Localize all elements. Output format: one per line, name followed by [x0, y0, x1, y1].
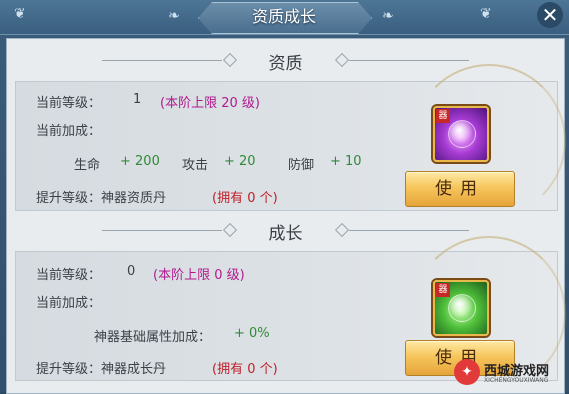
level-cap: (本阶上限 20 级) [160, 96, 260, 111]
level-cap: (本阶上限 0 级) [153, 268, 245, 283]
upgrade-label: 提升等级：神器资质丹 [36, 191, 167, 206]
aptitude-pill-icon[interactable]: 器 [433, 106, 489, 162]
use-aptitude-button[interactable]: 使用 [405, 171, 515, 207]
watermark-sub: XICHENGYOUXIWANG [484, 377, 549, 384]
current-level-label: 当前等级： [36, 268, 102, 283]
orb-icon [448, 120, 476, 148]
stat-attack-value: + 20 [224, 154, 256, 169]
owned-count: (拥有 0 个) [212, 362, 278, 377]
close-icon[interactable]: ✕ [537, 2, 563, 28]
current-level-value: 0 [127, 264, 136, 279]
window-frame: ❦ ❧ 资质成长 ❧ ❦ ✕ 资质 当前等级： 1 (本阶上限 20 级) 当前… [0, 0, 569, 394]
ornament-left-icon: ❦ [14, 6, 26, 22]
current-level-value: 1 [133, 92, 142, 107]
current-level-label: 当前等级： [36, 96, 102, 111]
owned-count: (拥有 0 个) [212, 191, 278, 206]
window-title: 资质成长 [251, 7, 316, 26]
bonus-label: 当前加成： [36, 124, 102, 139]
orb-icon [448, 294, 476, 322]
stat-hp-name: 生命 [74, 158, 101, 173]
ornament-right-icon: ❦ [480, 6, 492, 22]
title-bar: ❦ ❧ 资质成长 ❧ ❦ ✕ [0, 0, 569, 35]
content-area: 资质 当前等级： 1 (本阶上限 20 级) 当前加成： 生命 + 200 攻击… [6, 38, 566, 394]
ornament-title-left-icon: ❧ [168, 8, 180, 24]
site-watermark: ✦ 西城游戏网 XICHENGYOUXIWANG [454, 356, 567, 390]
ornament-title-right-icon: ❧ [382, 8, 394, 24]
stat-defense-value: + 10 [330, 154, 362, 169]
watermark-logo-icon: ✦ [454, 359, 480, 385]
item-badge: 器 [436, 283, 450, 297]
divider-line [349, 60, 469, 61]
item-badge: 器 [436, 109, 450, 123]
divider-line [349, 230, 469, 231]
attr-bonus-value: + 0% [234, 326, 270, 341]
stat-attack-name: 攻击 [182, 158, 209, 173]
growth-pill-icon[interactable]: 器 [433, 280, 489, 336]
upgrade-label: 提升等级：神器成长丹 [36, 362, 167, 377]
bonus-label: 当前加成： [36, 296, 102, 311]
stat-hp-value: + 200 [120, 154, 160, 169]
attr-bonus-label: 神器基础属性加成： [94, 330, 212, 345]
stat-defense-name: 防御 [288, 158, 315, 173]
